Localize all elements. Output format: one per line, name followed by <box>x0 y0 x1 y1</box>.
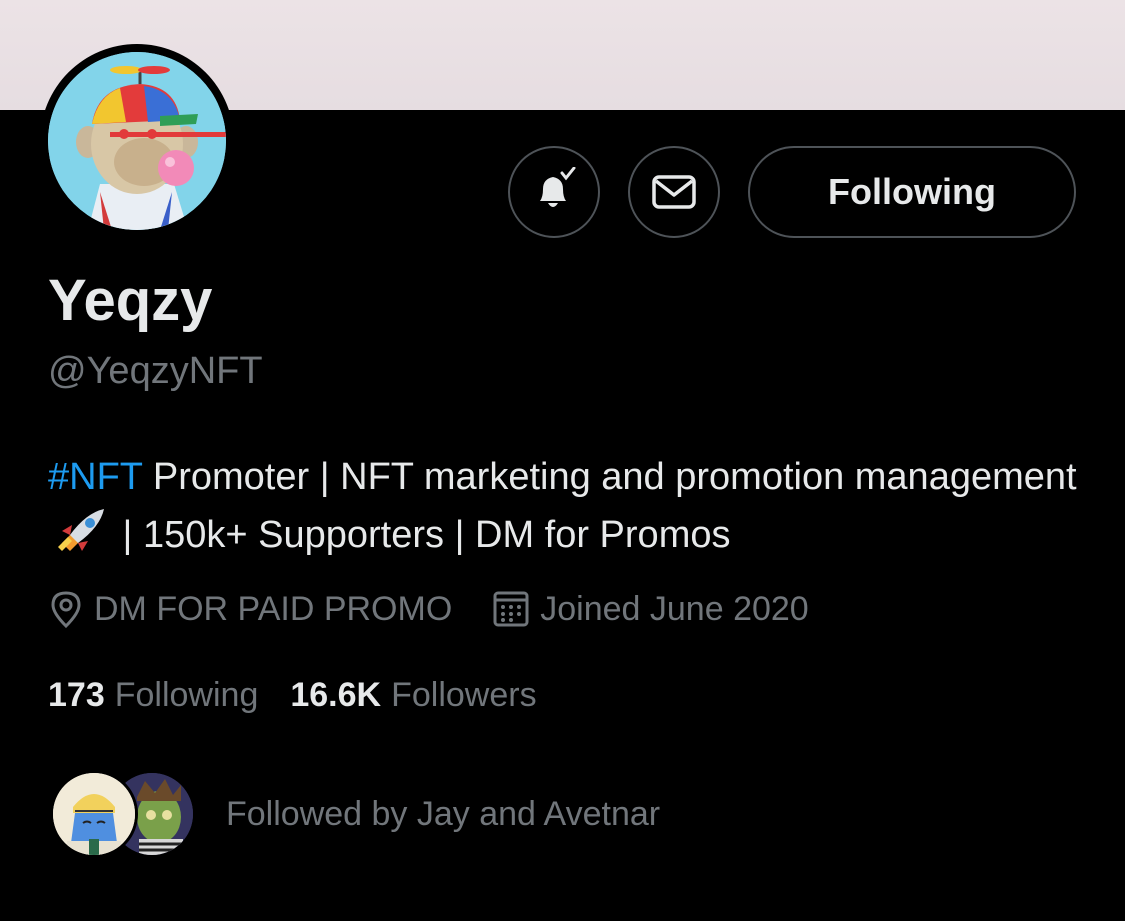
bio-text-part2: | 150k+ Supporters | DM for Promos <box>112 514 731 556</box>
profile-avatar[interactable] <box>48 52 226 230</box>
profile-meta: DM FOR PAID PROMO Joined June 2020 <box>48 586 809 632</box>
display-name: Yeqzy <box>48 268 213 333</box>
profile-handle: @YeqzyNFT <box>48 350 263 392</box>
followed-by-link[interactable]: Followed by Jay and Avetnar <box>50 770 660 858</box>
followers-label: Followers <box>391 675 537 714</box>
following-label: Following <box>114 675 259 714</box>
bio-text-part1: Promoter | NFT marketing and promotion m… <box>142 456 1077 498</box>
follower-avatars <box>50 770 200 858</box>
followers-stat-link[interactable]: 16.6K Followers <box>290 676 536 715</box>
rocket-icon <box>58 509 104 551</box>
following-count: 173 <box>48 675 105 714</box>
followers-count: 16.6K <box>290 675 382 714</box>
location-item: DM FOR PAID PROMO <box>48 589 452 629</box>
avatar <box>50 770 138 858</box>
envelope-icon <box>652 175 696 209</box>
follow-stats: 173 Following 16.6K Followers <box>48 672 537 718</box>
notifications-button[interactable] <box>508 146 600 238</box>
profile-bio: #NFT Promoter | NFT marketing and promot… <box>48 448 1088 564</box>
calendar-icon <box>493 591 529 627</box>
following-stat-link[interactable]: 173 Following <box>48 676 258 715</box>
followed-by-text: Followed by Jay and Avetnar <box>226 794 661 833</box>
location-pin-icon <box>51 591 81 629</box>
bio-hashtag-link[interactable]: #NFT <box>48 456 142 498</box>
bell-check-icon <box>540 167 576 207</box>
message-button[interactable] <box>628 146 720 238</box>
joined-item: Joined June 2020 <box>492 589 809 629</box>
location-text: DM FOR PAID PROMO <box>94 589 453 628</box>
following-button[interactable]: Following <box>748 146 1076 238</box>
joined-text: Joined June 2020 <box>540 589 809 628</box>
